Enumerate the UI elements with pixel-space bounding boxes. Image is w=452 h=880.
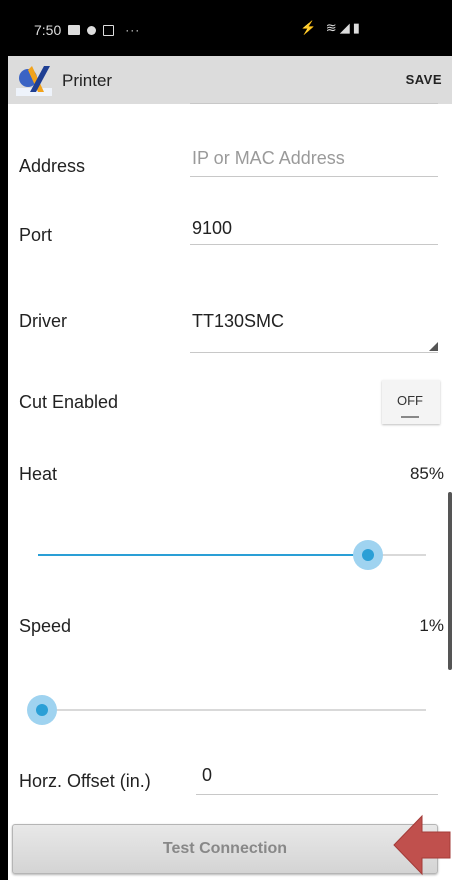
port-input[interactable]: 9100: [192, 218, 232, 239]
test-connection-label: Test Connection: [162, 840, 288, 857]
port-underline: [190, 244, 438, 245]
driver-label: Driver: [19, 311, 67, 331]
status-left: 7:50 ···: [34, 22, 140, 38]
status-right: ⚡ ≋◢▮: [300, 20, 363, 36]
heat-slider[interactable]: [38, 540, 426, 570]
app-logo: [16, 66, 52, 96]
toggle-state-text: OFF: [397, 393, 423, 408]
settings-form: Address IP or MAC Address Port 9100 Driv…: [8, 103, 452, 880]
page-title: Printer: [62, 71, 113, 90]
status-time: 7:50: [34, 22, 62, 38]
driver-underline: [190, 352, 438, 353]
location-notification-icon: [87, 25, 97, 35]
save-button[interactable]: SAVE: [406, 72, 442, 87]
gallery-notification-icon: [68, 25, 81, 35]
red-arrow-pointer: [393, 814, 451, 876]
speed-slider[interactable]: [27, 695, 426, 725]
top-field-underline: [190, 103, 438, 104]
driver-select[interactable]: TT130SMC: [192, 311, 284, 332]
heat-slider-fill: [38, 554, 368, 556]
speed-percent: 1%: [419, 616, 444, 635]
horz-offset-input[interactable]: 0: [202, 765, 212, 786]
horz-offset-underline: [196, 794, 438, 795]
signal-battery-icons: ⚡ ≋◢▮: [300, 20, 363, 35]
port-label: Port: [19, 225, 53, 245]
heat-percent: 85%: [409, 464, 444, 483]
test-connection-button[interactable]: Test Connection: [12, 824, 438, 874]
status-bar: 7:50 ··· ⚡ ≋◢▮: [0, 0, 452, 56]
toggle-indicator: [401, 416, 419, 418]
heat-slider-thumb[interactable]: [362, 549, 374, 561]
horz-offset-label: Horz. Offset (in.): [19, 771, 151, 791]
cut-enabled-toggle[interactable]: OFF: [382, 380, 440, 424]
app-toolbar: Printer SAVE: [8, 56, 452, 104]
cut-enabled-label: Cut Enabled: [19, 392, 119, 412]
more-notifications-icon: ···: [125, 23, 141, 37]
dropdown-triangle-icon[interactable]: [429, 342, 438, 351]
speed-slider-thumb[interactable]: [36, 704, 48, 716]
address-underline: [190, 176, 438, 177]
address-input[interactable]: IP or MAC Address: [192, 148, 345, 169]
scroll-indicator[interactable]: [448, 492, 452, 670]
speed-label: Speed: [19, 616, 72, 636]
address-label: Address: [19, 156, 86, 176]
app-notification-icon: [103, 24, 115, 36]
heat-label: Heat: [19, 464, 58, 484]
